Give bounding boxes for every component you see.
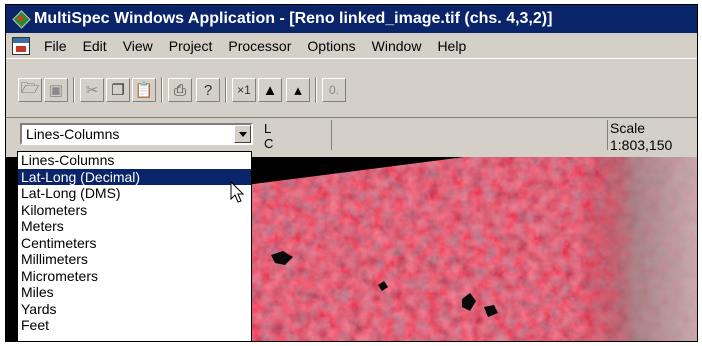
zoom-x1-button[interactable]: ×1 bbox=[232, 78, 256, 102]
dropdown-option[interactable]: Feet bbox=[18, 317, 251, 334]
print-button[interactable]: ⎙ bbox=[168, 78, 192, 102]
paste-button[interactable]: 📋 bbox=[132, 78, 156, 102]
line-column-labels: L C bbox=[264, 121, 273, 151]
menu-options[interactable]: Options bbox=[299, 38, 363, 54]
menu-view[interactable]: View bbox=[115, 38, 161, 54]
menu-window[interactable]: Window bbox=[364, 38, 430, 54]
toolbar-separator bbox=[315, 77, 317, 103]
menu-project[interactable]: Project bbox=[161, 38, 221, 54]
units-combo[interactable]: Lines-Columns bbox=[20, 123, 253, 145]
menu-bar: File Edit View Project Processor Options… bbox=[6, 33, 697, 59]
zoom-out-icon: ▴ bbox=[294, 82, 302, 99]
toolbar: 🗁 ▣ ✂ ❐ 📋 ⎙ ? ×1 ▲ ▴ 0. bbox=[6, 61, 697, 117]
toolbar-separator bbox=[161, 77, 163, 103]
help-button[interactable]: ? bbox=[196, 78, 220, 102]
copy-button[interactable]: ❐ bbox=[106, 78, 130, 102]
units-combo-value: Lines-Columns bbox=[26, 126, 120, 142]
menu-help[interactable]: Help bbox=[429, 38, 474, 54]
toolbar-separator bbox=[225, 77, 227, 103]
scale-divider bbox=[607, 120, 608, 150]
menu-processor[interactable]: Processor bbox=[220, 38, 299, 54]
paste-icon: 📋 bbox=[134, 82, 154, 99]
document-icon[interactable] bbox=[12, 36, 30, 55]
open-icon: 🗁 bbox=[20, 79, 40, 97]
coordinate-divider bbox=[331, 120, 332, 150]
dropdown-option[interactable]: Kilometers bbox=[18, 202, 251, 219]
zoom-in-button[interactable]: ▲ bbox=[258, 78, 282, 102]
dropdown-option[interactable]: Millimeters bbox=[18, 251, 251, 268]
overlay-button[interactable]: 0. bbox=[322, 78, 346, 102]
window-title: MultiSpec Windows Application - [Reno li… bbox=[34, 10, 553, 27]
scale-label: Scale bbox=[610, 120, 646, 136]
scale-value: 1:803,150 bbox=[610, 137, 673, 153]
dropdown-option[interactable]: Miles bbox=[18, 284, 251, 301]
menu-file[interactable]: File bbox=[36, 38, 75, 54]
save-button[interactable]: ▣ bbox=[44, 78, 68, 102]
dropdown-option-selected[interactable]: Lat-Long (Decimal) bbox=[18, 168, 251, 185]
toolbar-separator bbox=[73, 77, 75, 103]
mouse-pointer-icon bbox=[230, 181, 245, 203]
menu-edit[interactable]: Edit bbox=[75, 38, 115, 54]
dropdown-option[interactable]: Meters bbox=[18, 218, 251, 235]
print-icon: ⎙ bbox=[173, 81, 186, 99]
save-icon: ▣ bbox=[48, 82, 64, 99]
column-label: C bbox=[264, 136, 274, 151]
copy-icon: ❐ bbox=[111, 82, 125, 99]
units-dropdown-list[interactable]: Lines-Columns Lat-Long (Decimal) Lat-Lon… bbox=[17, 151, 252, 341]
line-label: L bbox=[264, 121, 272, 136]
title-bar[interactable]: MultiSpec Windows Application - [Reno li… bbox=[6, 5, 697, 33]
dropdown-option[interactable]: Lat-Long (DMS) bbox=[18, 185, 251, 202]
help-icon: ? bbox=[203, 81, 213, 99]
multispec-app-icon[interactable] bbox=[13, 11, 29, 27]
chevron-down-icon[interactable] bbox=[234, 125, 251, 143]
zoom-x1-icon: ×1 bbox=[237, 83, 251, 97]
cut-button[interactable]: ✂ bbox=[80, 78, 104, 102]
app-window: MultiSpec Windows Application - [Reno li… bbox=[5, 4, 698, 342]
dropdown-option[interactable]: Yards bbox=[18, 301, 251, 318]
dropdown-option[interactable]: Centimeters bbox=[18, 235, 251, 252]
zoom-out-button[interactable]: ▴ bbox=[286, 78, 310, 102]
scale-readout: Scale 1:803,150 bbox=[610, 120, 672, 154]
cut-icon: ✂ bbox=[85, 82, 99, 99]
open-button[interactable]: 🗁 bbox=[18, 78, 42, 102]
dropdown-option[interactable]: Lines-Columns bbox=[18, 152, 251, 169]
overlay-icon: 0. bbox=[328, 83, 339, 97]
dropdown-option[interactable]: Micrometers bbox=[18, 268, 251, 285]
zoom-in-icon: ▲ bbox=[262, 81, 278, 99]
